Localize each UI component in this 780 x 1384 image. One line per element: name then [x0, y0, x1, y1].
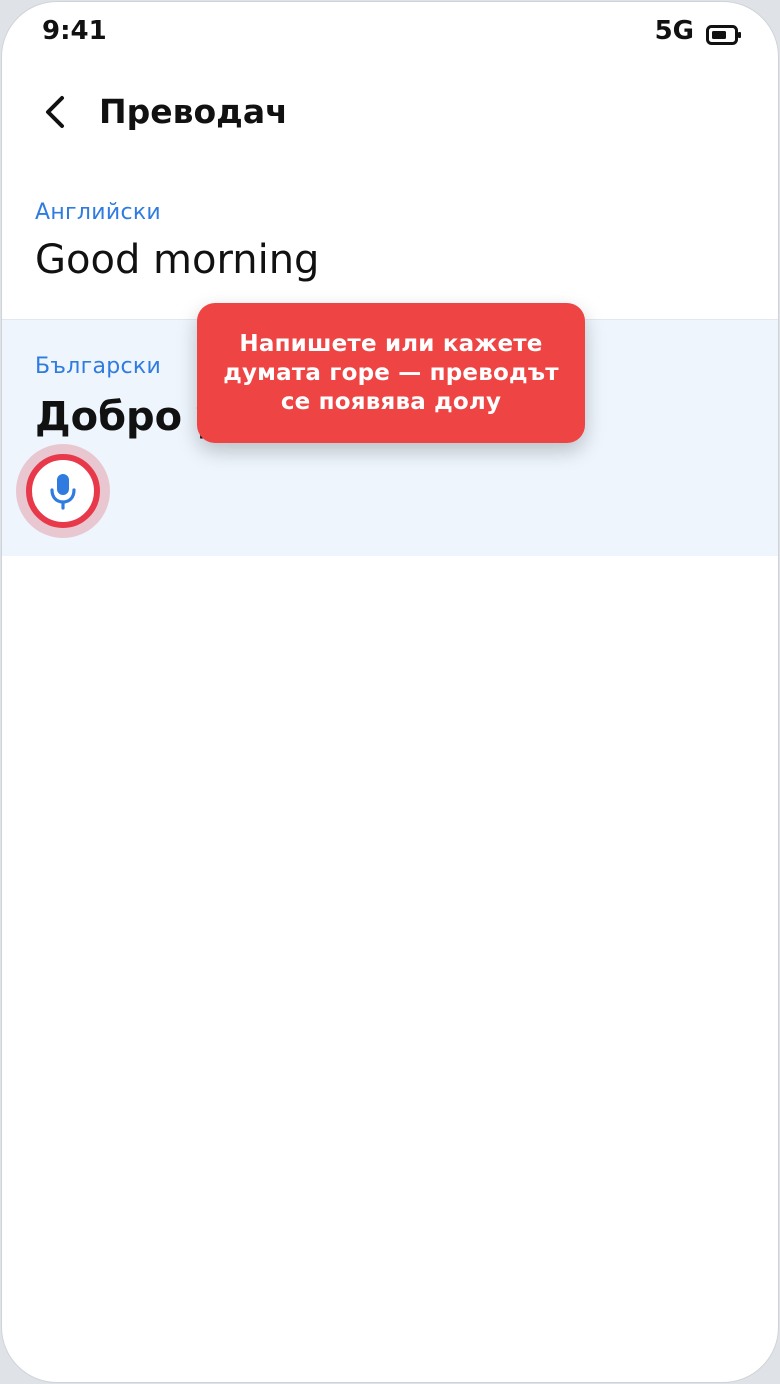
chevron-left-icon [46, 96, 64, 128]
tooltip-text: Напишете или кажете думата горе — превод… [223, 330, 559, 415]
target-language-label[interactable]: Български [35, 354, 161, 379]
network-indicator: 5G [654, 16, 694, 46]
source-language-label[interactable]: Английски [35, 200, 161, 225]
phone-screen: 9:41 5G Преводач Английски Good morning … [1, 1, 779, 1383]
microphone-button[interactable] [26, 454, 100, 528]
source-panel: Английски Good morning [2, 182, 778, 320]
app-header: Преводач [2, 66, 778, 162]
battery-icon [706, 25, 741, 45]
onboarding-tooltip: Напишете или кажете думата горе — превод… [197, 303, 585, 443]
page-title: Преводач [99, 92, 288, 131]
source-text-input[interactable]: Good morning [35, 237, 735, 283]
back-button[interactable] [30, 86, 82, 138]
status-time: 9:41 [42, 16, 107, 46]
status-bar: 9:41 5G [2, 2, 778, 66]
microphone-icon [50, 474, 76, 510]
